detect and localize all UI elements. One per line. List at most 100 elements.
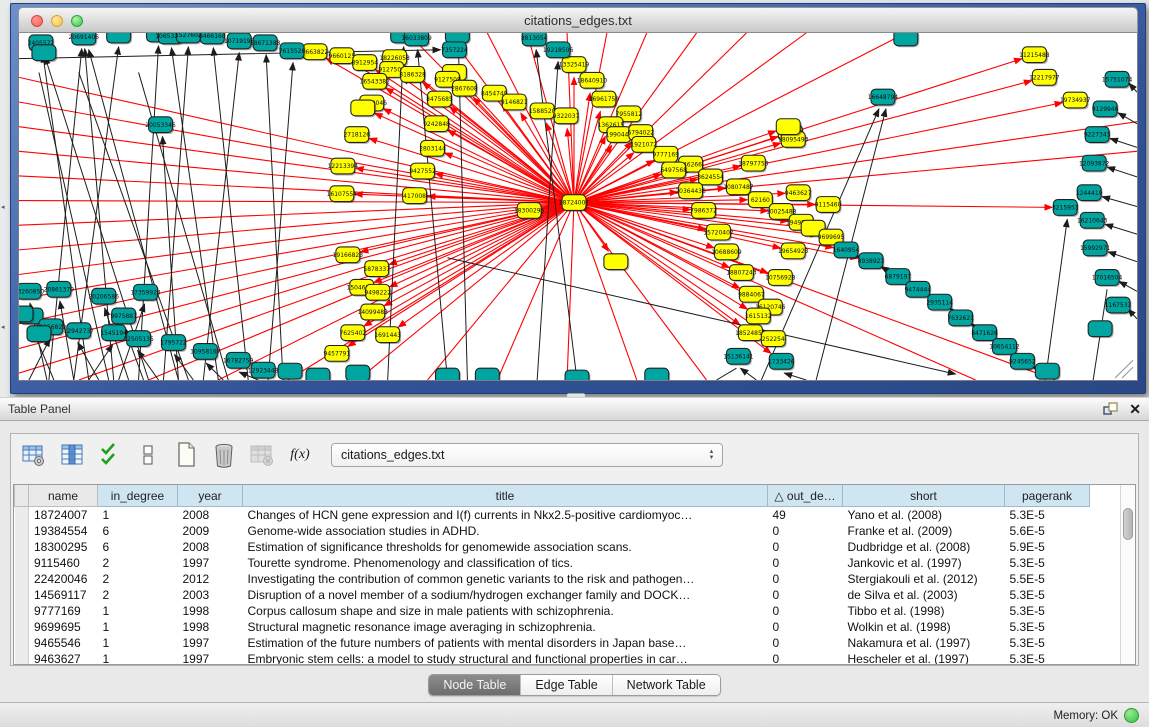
graph-node[interactable]: 12213394 (328, 158, 359, 175)
column-select-icon[interactable] (59, 442, 85, 468)
graph-node[interactable]: 12923448 (248, 362, 279, 379)
graph-node[interactable]: 7663822 (302, 44, 329, 61)
new-document-icon[interactable] (173, 442, 199, 468)
graph-node[interactable]: 15720407 (703, 224, 734, 241)
graph-node[interactable]: 15992971 (1080, 240, 1111, 257)
table-row[interactable]: 1456911722003Disruption of a novel membe… (15, 587, 1125, 603)
column-header-year[interactable]: year (178, 485, 243, 507)
graph-node[interactable]: 9245652 (1009, 353, 1036, 370)
graph-node[interactable]: 8186328 (399, 67, 426, 84)
graph-node[interactable]: 9322037 (553, 108, 580, 125)
graph-node[interactable]: 10958167 (190, 344, 221, 361)
graph-node[interactable] (475, 368, 500, 380)
graph-node[interactable]: 19734937 (1060, 92, 1091, 109)
delete-table-icon[interactable] (249, 442, 275, 468)
scrollbar-thumb[interactable] (1123, 508, 1133, 540)
graph-node[interactable]: 12217977 (1029, 69, 1060, 86)
graph-node[interactable]: 18797753 (738, 155, 769, 172)
graph-node[interactable]: 20691406 (69, 33, 100, 46)
tab-node-table[interactable]: Node Table (429, 675, 520, 695)
graph-node[interactable]: 16648794 (868, 89, 899, 106)
graph-node[interactable]: 9457791 (324, 345, 351, 362)
graph-node[interactable]: 18807243 (726, 265, 757, 282)
column-header-out_de[interactable]: △ out_de… (768, 485, 843, 507)
graph-node[interactable]: 7632621 (947, 310, 974, 327)
graph-node[interactable]: 1640954 (833, 242, 860, 259)
graph-node[interactable]: 18640910 (577, 72, 608, 89)
table-row[interactable]: 2242004622012Investigating the contribut… (15, 571, 1125, 587)
graph-node[interactable]: 19654923 (778, 243, 809, 260)
graph-node[interactable]: 10756928 (765, 270, 796, 287)
graph-node[interactable]: 2935114 (926, 294, 953, 311)
column-header-title[interactable]: title (243, 485, 768, 507)
close-panel-icon[interactable]: ✕ (1129, 398, 1141, 420)
graph-node[interactable]: 12505135 (123, 331, 154, 348)
graph-node[interactable]: 2803144 (419, 140, 446, 157)
table-row[interactable]: 946362711997Embryonic stem cells: a mode… (15, 651, 1125, 665)
graph-node[interactable]: 9242848 (423, 116, 450, 133)
graph-node[interactable] (604, 254, 629, 271)
graph-node[interactable]: 19218506 (543, 42, 574, 59)
graph-node[interactable]: 13325419 (559, 57, 590, 74)
graph-node[interactable]: 20861379 (44, 281, 75, 298)
select-all-checks-icon[interactable] (97, 442, 123, 468)
graph-node[interactable] (436, 368, 461, 380)
graph-node[interactable]: 9146821 (501, 94, 528, 111)
graph-node[interactable]: 9129946 (1092, 101, 1119, 118)
graph-node[interactable]: 16107554 (327, 186, 358, 203)
graph-node[interactable]: 16961758 (589, 91, 620, 108)
tab-network-table[interactable]: Network Table (612, 675, 720, 695)
graph-node[interactable]: 1795722 (160, 335, 187, 352)
graph-node[interactable]: 12093872 (1079, 155, 1110, 172)
delete-trash-icon[interactable] (211, 442, 237, 468)
graph-node[interactable]: 5878337 (363, 261, 390, 278)
graph-node[interactable]: 18671388 (250, 35, 281, 52)
table-row[interactable]: 969969511998Structural magnetic resonanc… (15, 619, 1125, 635)
graph-node[interactable]: 12942737 (64, 323, 95, 340)
graph-node[interactable]: 9498222 (364, 284, 391, 301)
table-row[interactable]: 1830029562008Estimation of significance … (15, 539, 1125, 555)
graph-node[interactable] (346, 365, 371, 380)
graph-node[interactable]: 9474444 (904, 281, 931, 298)
graph-node[interactable]: 11215488 (1019, 47, 1050, 64)
graph-node[interactable]: 10688609 (711, 244, 742, 261)
graph-node[interactable]: 8912954 (351, 55, 378, 72)
graph-node[interactable]: 19166823 (333, 247, 364, 264)
panel-collapse-handle-icon[interactable]: ◂ (1, 324, 8, 331)
column-header-short[interactable]: short (843, 485, 1005, 507)
tab-edge-table[interactable]: Edge Table (520, 675, 611, 695)
graph-node[interactable] (351, 100, 376, 117)
graph-node[interactable] (1035, 363, 1060, 380)
graph-node[interactable]: 16543382 (360, 73, 391, 90)
graph-node[interactable]: 9115460 (815, 197, 842, 214)
graph-node[interactable] (1088, 321, 1113, 338)
table-row[interactable]: 1938455462009Genome-wide association stu… (15, 523, 1125, 539)
graph-node[interactable]: 9463627 (785, 185, 812, 202)
graph-node[interactable]: 1733426 (768, 353, 795, 370)
graph-node[interactable]: 20364436 (675, 183, 706, 200)
table-row[interactable]: 911546021997Tourette syndrome. Phenomeno… (15, 555, 1125, 571)
graph-node[interactable]: 23260850 (19, 283, 44, 300)
graph-node[interactable]: 17359924 (130, 284, 161, 301)
graph-node[interactable]: 20206586 (88, 288, 119, 305)
graph-node[interactable]: 1691443 (374, 327, 401, 344)
graph-node[interactable] (776, 119, 801, 136)
graph-node[interactable]: 9227343 (1084, 127, 1111, 144)
graph-node[interactable]: 17016504 (1092, 270, 1123, 287)
graph-node[interactable]: 1527602 (175, 33, 202, 44)
graph-node[interactable] (645, 368, 670, 380)
graph-node[interactable]: 16033809 (401, 33, 432, 47)
graph-node[interactable] (565, 370, 590, 380)
column-header-name[interactable]: name (29, 485, 98, 507)
table-vertical-scrollbar[interactable] (1120, 485, 1135, 664)
graph-node[interactable] (27, 326, 52, 343)
graph-node[interactable] (894, 33, 919, 47)
graph-node[interactable]: 1244419 (1076, 185, 1103, 202)
graph-node[interactable]: 7357224 (441, 42, 468, 59)
network-canvas[interactable]: 1872400718300295182260589127505818632891… (18, 33, 1138, 381)
graph-node[interactable]: 7615526 (279, 43, 306, 60)
graph-node[interactable]: 1615132 (745, 308, 772, 325)
graph-node[interactable]: 9975887 (110, 308, 137, 325)
graph-node[interactable]: 8938923 (858, 253, 885, 270)
graph-node[interactable] (107, 33, 132, 44)
